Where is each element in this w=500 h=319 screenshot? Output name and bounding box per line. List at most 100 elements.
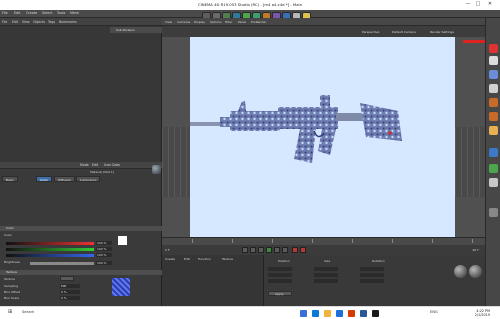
texture-browse-button[interactable]: [60, 276, 74, 281]
snap-icon[interactable]: [489, 164, 498, 173]
material-ball-2[interactable]: [469, 265, 482, 278]
attr-menu-edit[interactable]: Edit: [92, 163, 98, 167]
section-texture[interactable]: Texture: [0, 270, 162, 275]
next-frame-button[interactable]: [274, 247, 280, 253]
color-swatch[interactable]: [118, 236, 127, 245]
prev-frame-button[interactable]: [258, 247, 264, 253]
cinema4d-taskbar-icon[interactable]: [372, 310, 379, 317]
tab-luminance[interactable]: Luminance: [76, 176, 101, 182]
menu-select[interactable]: Select: [42, 11, 52, 15]
vp-menu-prorender[interactable]: ProRender: [251, 20, 266, 24]
menu-create[interactable]: Create: [26, 11, 37, 15]
maximize-button[interactable]: □: [474, 1, 482, 8]
om-menu-edit[interactable]: Edit: [12, 20, 18, 24]
search-box[interactable]: Search: [22, 310, 34, 314]
attr-menu-user-data[interactable]: User Data: [104, 163, 120, 167]
rotation-h-field[interactable]: [360, 267, 384, 271]
render-viewport[interactable]: [190, 37, 455, 237]
vp-menu-panel[interactable]: Panel: [238, 20, 246, 24]
size-z-field[interactable]: [314, 279, 338, 283]
menu-tools[interactable]: Tools: [57, 11, 65, 15]
word-icon[interactable]: [360, 310, 367, 317]
vp-default-camera[interactable]: Default Camera: [392, 30, 416, 34]
mat-menu-create[interactable]: Create: [165, 257, 175, 261]
texture-thumbnail[interactable]: [112, 278, 130, 296]
coords-apply-button[interactable]: Apply: [268, 291, 292, 296]
point-icon[interactable]: [489, 112, 498, 121]
vp-menu-view[interactable]: View: [165, 20, 172, 24]
sampling-value[interactable]: MIP: [60, 284, 80, 288]
green-value[interactable]: 100 %: [96, 247, 112, 251]
menu-edit[interactable]: Edit: [14, 11, 21, 15]
taskbar-clock[interactable]: 4:22 PM 2/1/2019: [475, 309, 490, 317]
windows-start-icon[interactable]: ⊞: [8, 309, 12, 315]
end-frame[interactable]: 90 F: [473, 248, 480, 252]
position-z-field[interactable]: [268, 279, 292, 283]
om-menu-file[interactable]: File: [2, 20, 7, 24]
vp-menu-display[interactable]: Display: [194, 20, 205, 24]
tab-color[interactable]: Color: [36, 176, 52, 182]
workplane-icon[interactable]: [489, 178, 498, 187]
record-key-button[interactable]: [292, 247, 298, 253]
language-indicator[interactable]: ENG: [430, 310, 438, 314]
vp-menu-filter[interactable]: Filter: [225, 20, 232, 24]
grid-icon[interactable]: [489, 70, 498, 79]
material-ball-1[interactable]: [454, 265, 467, 278]
om-menu-view[interactable]: View: [22, 20, 30, 24]
brightness-slider[interactable]: [30, 262, 94, 265]
blur-offset-value[interactable]: 0 %: [60, 290, 80, 294]
object-row-subdivision[interactable]: Sub-Division: [110, 27, 162, 33]
om-menu-bookmarks[interactable]: Bookmarks: [59, 20, 77, 24]
powerpoint-icon[interactable]: [348, 310, 355, 317]
sampling-label: Sampling: [4, 284, 19, 288]
mat-menu-edit[interactable]: Edit: [184, 257, 190, 261]
file-explorer-icon[interactable]: [324, 310, 331, 317]
close-button[interactable]: ✕: [486, 1, 494, 8]
lock-icon[interactable]: [489, 208, 498, 217]
texture-mode-icon[interactable]: [489, 126, 498, 135]
red-value[interactable]: 100 %: [96, 241, 112, 245]
task-view-icon[interactable]: [300, 310, 307, 317]
tab-basic[interactable]: Basic: [2, 176, 18, 182]
vp-menu-cameras[interactable]: Cameras: [177, 20, 190, 24]
blue-value[interactable]: 100 %: [96, 253, 112, 257]
red-slider[interactable]: [6, 242, 94, 245]
menu-mesh[interactable]: Mesh: [70, 11, 79, 15]
sphere-icon[interactable]: [489, 56, 498, 65]
size-y-field[interactable]: [314, 273, 338, 277]
position-y-field[interactable]: [268, 273, 292, 277]
minimize-button[interactable]: —: [464, 1, 472, 8]
section-color[interactable]: Color: [0, 226, 162, 231]
polygon-icon[interactable]: [489, 84, 498, 93]
axis-icon[interactable]: [489, 148, 498, 157]
prev-key-button[interactable]: [250, 247, 256, 253]
tab-diffusion[interactable]: Diffusion: [54, 176, 76, 182]
om-menu-tags[interactable]: Tags: [48, 20, 55, 24]
edge-browser-icon[interactable]: [312, 310, 319, 317]
green-slider[interactable]: [6, 248, 94, 251]
chrome-icon[interactable]: [336, 310, 343, 317]
blue-slider[interactable]: [6, 254, 94, 257]
record-icon[interactable]: [489, 44, 498, 53]
vp-menu-options[interactable]: Options: [210, 20, 222, 24]
menu-file[interactable]: File: [2, 11, 8, 15]
om-menu-objects[interactable]: Objects: [33, 20, 45, 24]
mat-menu-texture[interactable]: Texture: [222, 257, 233, 261]
vp-render-settings[interactable]: Render Settings: [430, 30, 454, 34]
current-frame[interactable]: 0 F: [165, 248, 170, 252]
size-x-field[interactable]: [314, 267, 338, 271]
play-button[interactable]: [266, 247, 272, 253]
autokey-button[interactable]: [300, 247, 306, 253]
vp-perspective[interactable]: Perspective: [362, 30, 379, 34]
edge-icon[interactable]: [489, 98, 498, 107]
next-key-button[interactable]: [282, 247, 288, 253]
mat-menu-function[interactable]: Function: [198, 257, 211, 261]
blur-scale-value[interactable]: 0 %: [60, 296, 80, 300]
position-x-field[interactable]: [268, 267, 292, 271]
go-to-start-button[interactable]: [242, 247, 248, 253]
attr-menu-mode[interactable]: Mode: [80, 163, 89, 167]
rotation-p-field[interactable]: [360, 273, 384, 277]
timeline-ruler[interactable]: [162, 237, 485, 245]
brightness-value[interactable]: 100 %: [96, 261, 112, 265]
rotation-b-field[interactable]: [360, 279, 384, 283]
